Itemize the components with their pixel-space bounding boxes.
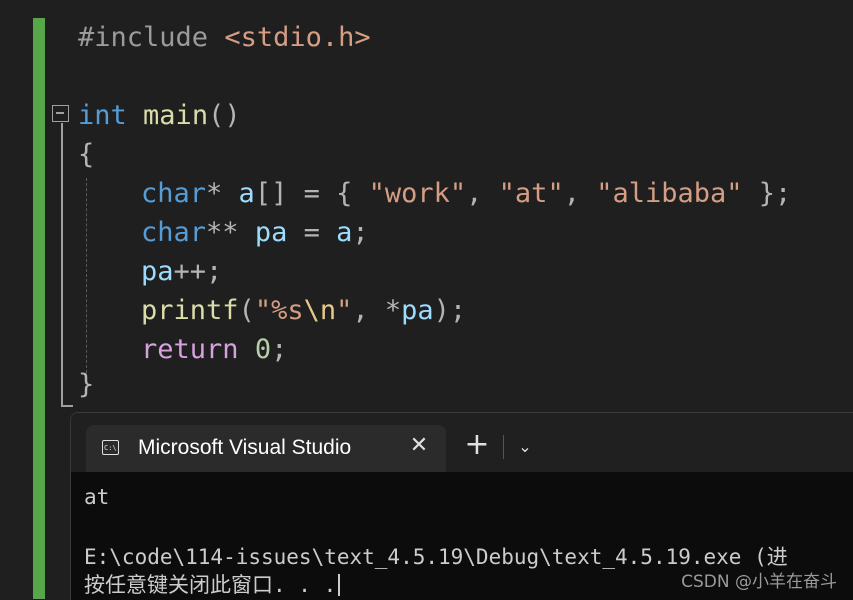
keyword: char	[141, 178, 207, 209]
punctuation: ++;	[173, 256, 223, 287]
chevron-down-icon[interactable]: ⌄	[512, 433, 538, 461]
variable: a	[238, 178, 255, 209]
code-line-pointer-decl[interactable]: char** pa = a;	[141, 213, 369, 252]
string-literal: "work"	[368, 178, 467, 209]
code-line-return[interactable]: return 0;	[141, 330, 287, 369]
fold-guide-line	[61, 123, 63, 406]
terminal-tab-bar: C:\ Microsoft Visual Studio ✕ + ⌄	[71, 413, 853, 472]
keyword: return	[141, 334, 239, 365]
terminal-tab[interactable]: C:\ Microsoft Visual Studio ✕	[86, 425, 446, 472]
watermark: CSDN @小羊在奋斗	[681, 572, 837, 592]
output-line: at	[84, 485, 110, 509]
code-line-array-decl[interactable]: char* a[] = { "work", "at", "alibaba" };	[141, 174, 791, 213]
escape-sequence: \n	[303, 295, 337, 326]
punctuation: }	[78, 369, 95, 400]
keyword: int	[78, 100, 127, 131]
variable: pa	[401, 295, 434, 326]
include-path: <stdio.h>	[224, 22, 371, 53]
punctuation: ;	[352, 217, 369, 248]
punctuation: ;	[271, 334, 288, 365]
code-line-main[interactable]: int main()	[78, 96, 241, 135]
punctuation: ()	[208, 100, 241, 131]
variable: a	[336, 217, 353, 248]
variable: pa	[254, 217, 288, 248]
string-literal: "	[336, 295, 353, 326]
fold-guide-end	[61, 405, 73, 407]
prompt-text: 按任意键关闭此窗口. . .	[84, 573, 337, 597]
punctuation: ,	[563, 178, 597, 209]
punctuation: );	[433, 295, 467, 326]
string-literal: "alibaba"	[596, 178, 743, 209]
new-tab-button[interactable]: +	[461, 430, 493, 462]
close-icon[interactable]: ✕	[404, 431, 434, 461]
punctuation: {	[78, 139, 95, 170]
output-line-prompt: 按任意键关闭此窗口. . .	[84, 569, 341, 599]
punctuation: ,	[466, 178, 499, 209]
number-literal: 0	[254, 334, 272, 365]
string-literal: "at"	[498, 178, 564, 209]
terminal-icon: C:\	[102, 440, 119, 455]
code-line-close-brace[interactable]: }	[78, 365, 94, 404]
tab-title: Microsoft Visual Studio	[138, 436, 352, 459]
punctuation: =	[287, 217, 337, 248]
code-line-printf[interactable]: printf("%s\n", *pa);	[141, 291, 466, 330]
function-name: main	[143, 100, 209, 131]
change-tracking-bar	[33, 18, 45, 599]
punctuation: (	[238, 295, 255, 326]
string-literal: "%s	[254, 295, 304, 326]
keyword: char	[141, 217, 207, 248]
punctuation: [] = {	[254, 178, 369, 209]
code-line-increment[interactable]: pa++;	[141, 252, 222, 291]
divider	[503, 435, 504, 459]
indent-guide	[86, 178, 87, 373]
punctuation: *	[206, 178, 239, 209]
text-cursor	[338, 574, 341, 596]
collapse-icon[interactable]	[52, 105, 69, 122]
code-line-include[interactable]: #include <stdio.h>	[78, 18, 371, 57]
preprocessor-directive: #include	[78, 22, 225, 53]
punctuation: , *	[352, 295, 402, 326]
punctuation: };	[742, 178, 792, 209]
punctuation: **	[206, 217, 255, 248]
variable: pa	[141, 256, 174, 287]
function-name: printf	[141, 295, 239, 326]
code-line-open-brace[interactable]: {	[78, 135, 94, 174]
